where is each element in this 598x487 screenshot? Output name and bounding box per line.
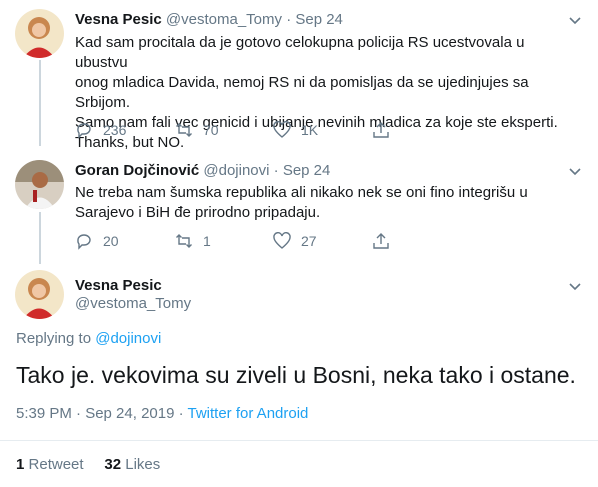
retweet-stat-label: Retweet: [28, 456, 84, 473]
avatar-vesna[interactable]: [15, 9, 64, 58]
tweet-date[interactable]: Sep 24: [295, 11, 343, 28]
share-icon: [373, 122, 389, 138]
thread-line: [39, 212, 41, 264]
like-count: 1K: [301, 122, 319, 138]
share-icon: [373, 233, 389, 249]
chevron-down-icon[interactable]: [568, 164, 582, 178]
avatar-vesna[interactable]: [15, 270, 64, 319]
author-name[interactable]: Vesna Pesic: [75, 277, 162, 294]
thread-line: [39, 60, 41, 146]
tweet-actions: 236 70 1K: [75, 120, 395, 140]
retweet-button[interactable]: 1: [175, 231, 211, 251]
reply-button[interactable]: 236: [75, 120, 126, 140]
retweet-button[interactable]: 70: [175, 120, 219, 140]
tweet-text-line: Ne treba nam šumska republika ali nikako…: [75, 184, 528, 201]
share-button[interactable]: [372, 231, 390, 251]
like-button[interactable]: 27: [273, 231, 317, 251]
like-stat[interactable]: 32 Likes: [104, 456, 160, 473]
like-button[interactable]: 1K: [273, 120, 318, 140]
replying-to-label: Replying to: [16, 330, 92, 347]
reply-count: 236: [103, 122, 127, 138]
tweet-stats: 1 Retweet 32 Likes: [16, 456, 160, 473]
author-handle[interactable]: @vestoma_Tomy: [75, 295, 191, 312]
tweet-text-line: Sarajevo i BiH đe prirodno pripadaju.: [75, 204, 321, 221]
separator: ·: [286, 11, 292, 28]
tweet-header: Vesna Pesic @vestoma_Tomy · Sep 24: [75, 11, 343, 28]
heart-icon: [273, 232, 291, 249]
author-handle-row: @vestoma_Tomy: [75, 295, 191, 312]
like-count: 27: [301, 233, 317, 249]
retweet-stat-count: 1: [16, 456, 25, 473]
like-stat-count: 32: [104, 456, 122, 473]
retweet-icon: [176, 123, 192, 137]
avatar-goran[interactable]: [15, 160, 64, 209]
retweet-icon: [176, 234, 192, 248]
tweet-header: Goran Dojčinović @dojinovi · Sep 24: [75, 162, 330, 179]
share-button[interactable]: [372, 120, 390, 140]
divider: [0, 440, 598, 441]
retweet-count: 70: [203, 122, 219, 138]
tweet-text-line: Kad sam procitala da je gotovo celokupna…: [75, 34, 525, 71]
tweet-date[interactable]: Sep 24: [283, 162, 331, 179]
author-name-row: Vesna Pesic: [75, 277, 162, 294]
author-name[interactable]: Goran Dojčinović: [75, 162, 199, 179]
tweet-source[interactable]: Twitter for Android: [188, 405, 309, 422]
heart-icon: [273, 121, 291, 138]
like-stat-label: Likes: [125, 456, 161, 473]
retweet-stat[interactable]: 1 Retweet: [16, 456, 84, 473]
author-name[interactable]: Vesna Pesic: [75, 11, 162, 28]
replying-to-link[interactable]: @dojinovi: [95, 330, 161, 347]
retweet-count: 1: [203, 233, 211, 249]
author-handle[interactable]: @dojinovi: [203, 162, 269, 179]
replying-to: Replying to @dojinovi: [16, 330, 161, 347]
chevron-down-icon[interactable]: [568, 13, 582, 27]
reply-icon: [77, 123, 91, 139]
tweet-text: Ne treba nam šumska republika ali nikako…: [75, 183, 580, 223]
tweet-text-line: onog mladica Davida, nemoj RS ni da pomi…: [75, 74, 529, 111]
separator: ·: [273, 162, 279, 179]
reply-button[interactable]: 20: [75, 231, 119, 251]
reply-icon: [77, 234, 91, 250]
tweet-meta: 5:39 PM · Sep 24, 2019 · Twitter for And…: [16, 405, 308, 422]
reply-count: 20: [103, 233, 119, 249]
author-handle[interactable]: @vestoma_Tomy: [166, 11, 282, 28]
tweet-timestamp[interactable]: 5:39 PM · Sep 24, 2019 ·: [16, 405, 188, 422]
tweet-actions: 20 1 27: [75, 231, 395, 251]
main-tweet-text: Tako je. vekovima su ziveli u Bosni, nek…: [16, 362, 576, 388]
chevron-down-icon[interactable]: [568, 279, 582, 293]
